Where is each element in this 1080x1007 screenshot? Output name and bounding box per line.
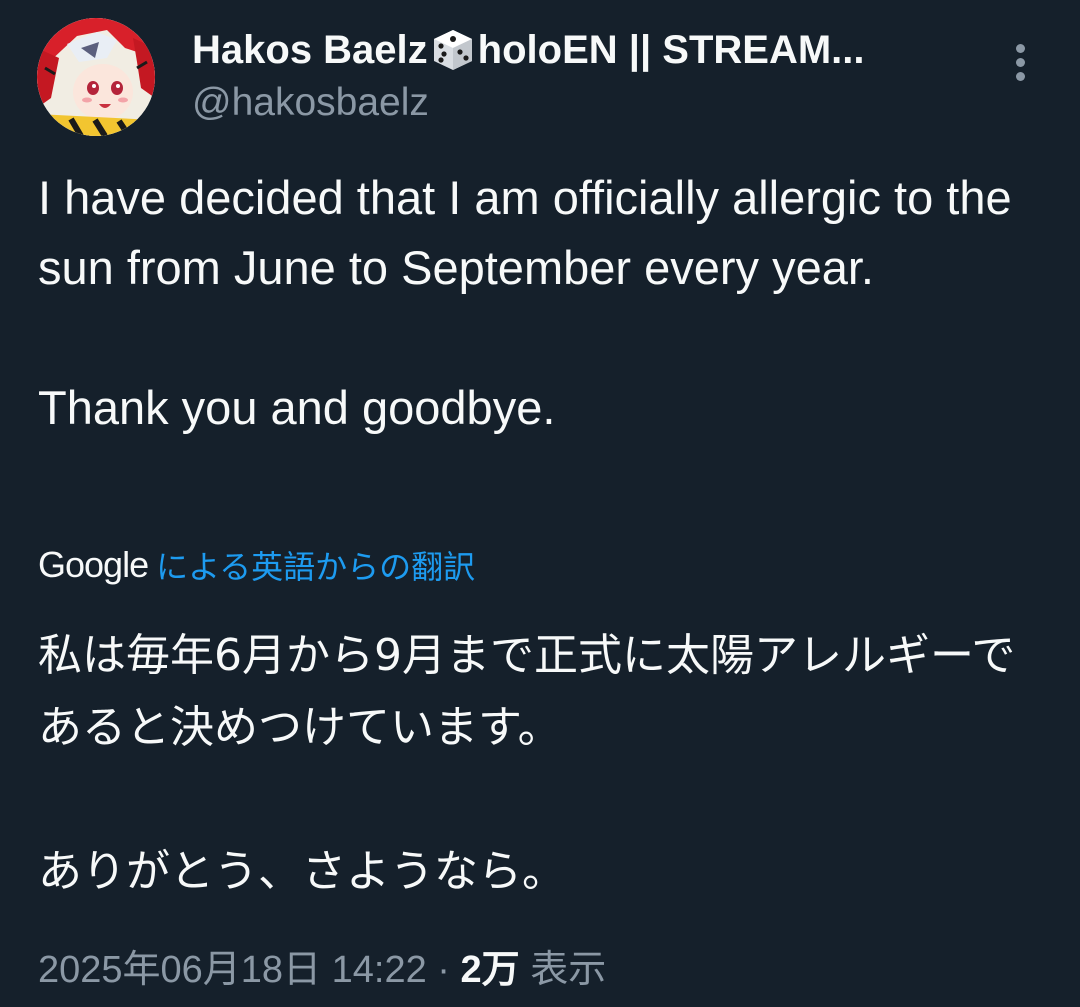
- translation-attribution: Google による英語からの翻訳: [38, 540, 475, 590]
- avatar[interactable]: [37, 18, 155, 136]
- timestamp[interactable]: 2025年06月18日 14:22: [38, 949, 427, 991]
- translated-text-line: 私は毎年6月から9月まで正式に太陽アレルギーであると決めつけています。: [38, 630, 1016, 753]
- more-options-icon[interactable]: [1006, 44, 1034, 84]
- avatar-illustration: [37, 18, 155, 136]
- tweet-text-line: I have decided that I am officially alle…: [38, 171, 1012, 294]
- tweet: Hakos Baelz holoEN || STREAM... @hakosba…: [0, 0, 1080, 1007]
- author-block[interactable]: Hakos Baelz holoEN || STREAM... @hakosba…: [192, 26, 952, 128]
- display-name-text: Hakos Baelz: [192, 28, 428, 72]
- google-logo: Google: [38, 544, 149, 585]
- translated-text-line: ありがとう、さようなら。: [38, 846, 566, 897]
- tweet-meta: 2025年06月18日 14:22 · 2万 表示: [38, 942, 606, 998]
- views-label: 表示: [530, 949, 607, 991]
- user-handle[interactable]: @hakosbaelz: [192, 78, 952, 128]
- translation-link[interactable]: による英語からの翻訳: [156, 542, 475, 588]
- views-count: 2万: [460, 949, 520, 991]
- display-name[interactable]: Hakos Baelz holoEN || STREAM...: [192, 26, 952, 74]
- translated-text: 私は毎年6月から9月まで正式に太陽アレルギーであると決めつけています。 ありがと…: [38, 620, 1048, 908]
- tweet-text-line: Thank you and goodbye.: [38, 381, 556, 434]
- display-name-suffix: holoEN || STREAM...: [477, 28, 865, 72]
- dice-icon: [430, 27, 476, 73]
- tweet-text: I have decided that I am officially alle…: [38, 163, 1048, 443]
- meta-separator: ·: [437, 949, 450, 991]
